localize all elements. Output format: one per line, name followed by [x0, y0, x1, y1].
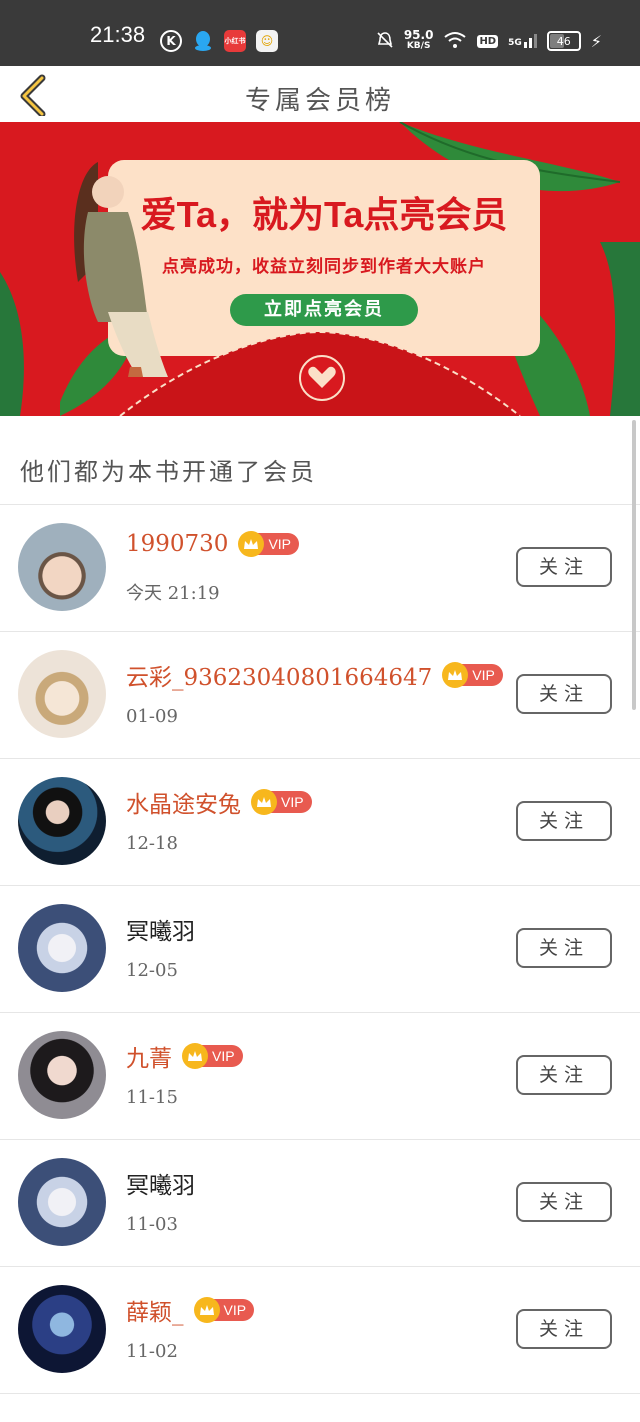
- join-date: 12-05: [126, 960, 178, 981]
- follow-button[interactable]: 关注: [516, 547, 612, 587]
- vip-badge: VIP: [193, 1297, 255, 1323]
- join-date: 11-15: [126, 1087, 178, 1108]
- list-item[interactable]: 冥曦羽 11-03 关注: [0, 1140, 640, 1267]
- status-right: 95.0 KB/S HD 5G 46 ⚡: [376, 28, 602, 52]
- app-bar: 专属会员榜: [0, 66, 640, 122]
- light-up-membership-button[interactable]: 立即点亮会员: [230, 294, 418, 326]
- follow-button[interactable]: 关注: [516, 801, 612, 841]
- signal-label: 5G: [508, 38, 522, 48]
- list-item[interactable]: 1990730 VIP 今天 21:19 关注: [0, 505, 640, 632]
- status-bar: 21:38 K 小红书 ☺ 95.0 KB/S HD 5G 46 ⚡: [0, 0, 640, 66]
- username[interactable]: 水晶途安兔: [126, 785, 241, 819]
- section-title: 他们都为本书开通了会员: [20, 458, 317, 486]
- list-item[interactable]: 冥曦羽 12-05 关注: [0, 886, 640, 1013]
- notification-icons: K 小红书 ☺: [160, 30, 278, 52]
- page-title: 专属会员榜: [244, 86, 395, 116]
- vip-badge: VIP: [182, 1043, 243, 1069]
- avatar[interactable]: [18, 650, 106, 738]
- username[interactable]: 云彩_93623040801664647: [126, 658, 432, 692]
- follow-button[interactable]: 关注: [516, 1055, 612, 1095]
- status-time: 21:38: [90, 22, 146, 47]
- crown-icon: [251, 789, 277, 815]
- vip-badge: VIP: [442, 662, 503, 688]
- join-date: 11-02: [126, 1341, 178, 1362]
- avatar[interactable]: [18, 1285, 106, 1373]
- crown-icon: [193, 1297, 220, 1323]
- join-date: 01-09: [126, 706, 178, 727]
- qq-icon: [192, 30, 214, 52]
- chat-app-icon: ☺: [256, 30, 278, 52]
- avatar[interactable]: [18, 1158, 106, 1246]
- username[interactable]: 九菁: [126, 1039, 172, 1073]
- network-speed: 95.0 KB/S: [403, 28, 434, 52]
- crown-icon: [182, 1043, 208, 1069]
- vip-badge: VIP: [238, 531, 300, 557]
- list-item[interactable]: 水晶途安兔 VIP 12-18 关注: [0, 759, 640, 886]
- follow-button[interactable]: 关注: [516, 928, 612, 968]
- join-date: 11-03: [126, 1214, 178, 1235]
- follow-button[interactable]: 关注: [516, 1182, 612, 1222]
- scrollbar[interactable]: [632, 420, 636, 710]
- list-item[interactable]: 云彩_93623040801664647 VIP 01-09 关注: [0, 632, 640, 759]
- wifi-icon: [443, 31, 467, 52]
- vip-badge: VIP: [251, 789, 312, 815]
- username[interactable]: 1990730: [126, 531, 228, 557]
- signal-icon: 5G: [508, 34, 537, 48]
- member-list: 1990730 VIP 今天 21:19 关注 云彩_9362304080166…: [0, 505, 640, 1394]
- promo-banner[interactable]: 爱Ta，就为Ta点亮会员 点亮成功，收益立刻同步到作者大大账户 立即点亮会员: [0, 122, 640, 416]
- list-item[interactable]: 九菁 VIP 11-15 关注: [0, 1013, 640, 1140]
- follow-button[interactable]: 关注: [516, 1309, 612, 1349]
- avatar[interactable]: [18, 1031, 106, 1119]
- envelope-flap-icon: [119, 332, 521, 416]
- username[interactable]: 冥曦羽: [126, 912, 195, 946]
- join-date: 12-18: [126, 833, 178, 854]
- avatar[interactable]: [18, 523, 106, 611]
- username[interactable]: 冥曦羽: [126, 1166, 195, 1200]
- hd-icon: HD: [477, 34, 499, 48]
- username[interactable]: 薛颖_: [126, 1293, 184, 1327]
- list-item[interactable]: 薛颖_ VIP 11-02 关注: [0, 1267, 640, 1394]
- battery-icon: 46: [546, 31, 581, 51]
- k-app-icon: K: [160, 30, 182, 52]
- speed-unit: KB/S: [406, 41, 431, 51]
- follow-button[interactable]: 关注: [516, 674, 612, 714]
- battery-level: 46: [556, 34, 571, 48]
- charging-icon: ⚡: [590, 31, 602, 51]
- speed-value: 95.0: [403, 28, 434, 42]
- avatar[interactable]: [18, 777, 106, 865]
- join-date: 今天 21:19: [126, 583, 220, 604]
- xiaohongshu-icon: 小红书: [224, 30, 246, 52]
- mute-icon: [376, 31, 394, 52]
- avatar[interactable]: [18, 904, 106, 992]
